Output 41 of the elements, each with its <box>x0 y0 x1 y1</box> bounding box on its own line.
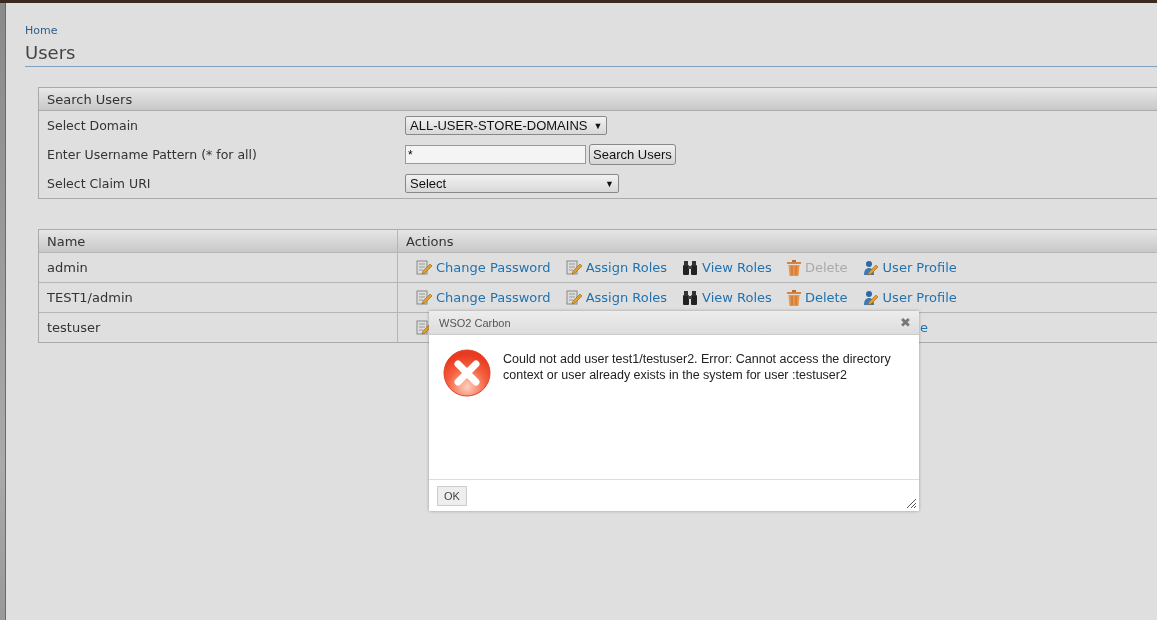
panel-header: Search Users <box>39 88 1157 111</box>
field-label: Select Claim URI <box>46 176 152 191</box>
page-title: Users <box>25 42 1157 67</box>
input-field[interactable]: * <box>405 145 586 164</box>
trash-icon <box>786 289 801 306</box>
column-header: Name <box>39 230 398 252</box>
edit-document-icon <box>565 289 582 306</box>
action-link[interactable]: View Roles <box>682 290 772 305</box>
dropdown[interactable]: Select ▼ <box>405 174 619 193</box>
error-message: Could not add user test1/testuser2. Error: Cannot access the directory context or user already exists in the system for user :testuser2 <box>503 351 892 384</box>
trash-icon <box>786 259 801 276</box>
search-button[interactable]: Search Users <box>589 144 676 165</box>
edit-document-icon <box>416 259 432 276</box>
action-link[interactable]: Delete <box>786 289 848 306</box>
field-label: Select Domain <box>46 118 140 133</box>
close-button[interactable]: ✖ <box>900 316 911 329</box>
dropdown[interactable]: ALL-USER-STORE-DOMAINS ▼ <box>405 116 608 135</box>
ok-button[interactable]: OK <box>437 485 467 506</box>
action-link[interactable]: User Profile <box>862 289 957 306</box>
table-cell: admin <box>47 260 88 275</box>
action-link[interactable]: Change Password <box>416 289 551 306</box>
user-edit-icon <box>862 289 879 306</box>
action-link[interactable]: User Profile <box>862 259 957 276</box>
field-label: Enter Username Pattern (* for all) <box>46 147 258 162</box>
table-cell: TEST1/admin <box>47 290 133 305</box>
binoculars-icon <box>682 260 699 275</box>
binoculars-icon <box>682 290 699 305</box>
edit-document-icon <box>565 259 582 276</box>
resize-grip-icon[interactable] <box>906 498 917 509</box>
action-link[interactable]: Change Password <box>416 259 551 276</box>
column-header: Actions <box>405 232 455 251</box>
breadcrumb-link[interactable]: Home <box>25 24 58 37</box>
action-link[interactable]: Assign Roles <box>565 289 668 306</box>
action-link[interactable]: e <box>920 320 928 335</box>
action-link[interactable]: Assign Roles <box>565 259 668 276</box>
error-icon <box>443 349 491 397</box>
action-link[interactable]: View Roles <box>682 260 772 275</box>
user-edit-icon <box>862 259 879 276</box>
edit-document-icon <box>416 289 432 306</box>
table-cell: testuser <box>47 320 101 335</box>
dialog-title: WSO2 Carbon <box>439 316 511 329</box>
